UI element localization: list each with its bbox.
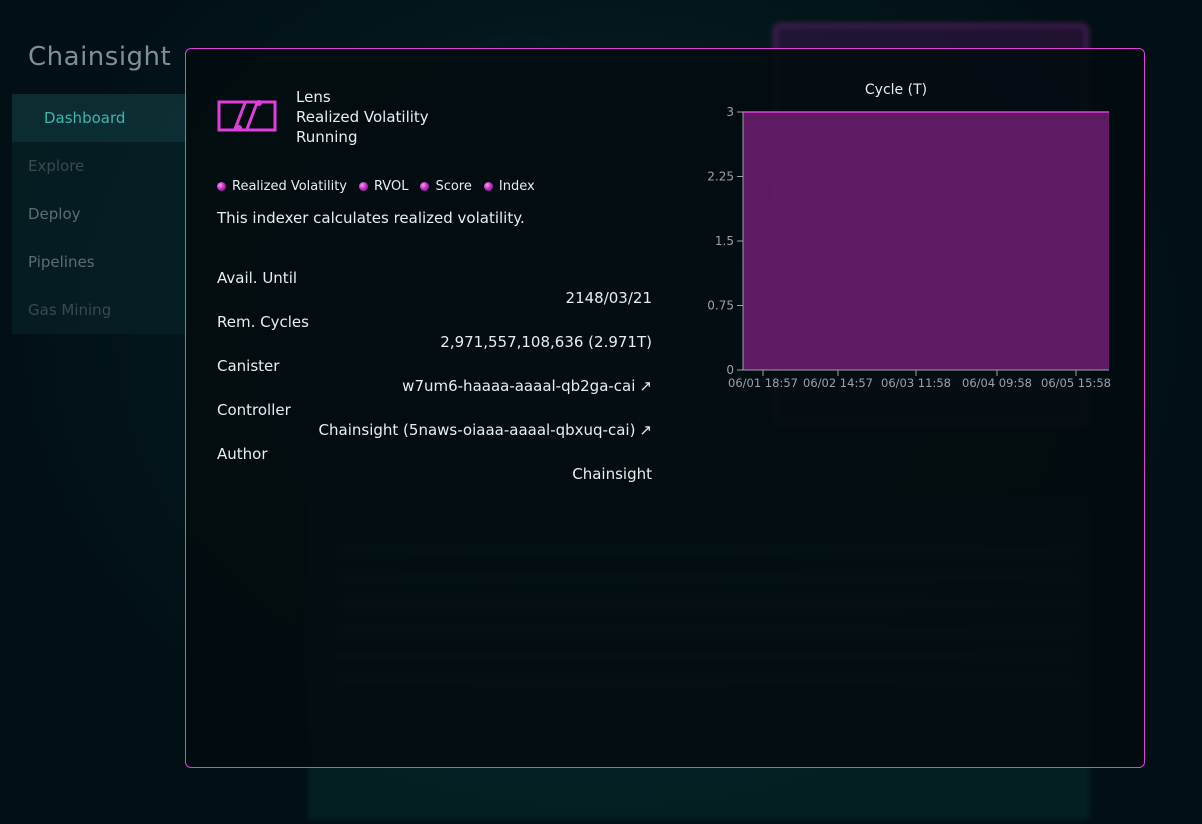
tag-label: Realized Volatility [232,179,347,194]
tag-label: Index [498,179,535,194]
component-header: Lens Realized Volatility Running [296,87,429,147]
chart-x-tick-label: 06/01 18:57 [728,376,798,390]
controller-id: Chainsight (5naws-oiaaa-aaaal-qbxuq-cai) [318,421,636,439]
sidebar-item-pipelines[interactable]: Pipelines [12,238,188,286]
component-type: Lens [296,88,331,106]
chart-title: Cycle (T) [865,82,927,98]
canister-id: w7um6-haaaa-aaaal-qb2ga-cai [402,377,636,395]
chart-y-tick-label: 0.75 [707,299,734,313]
tag-label: RVOL [373,179,409,194]
author-value: Chainsight [572,465,652,483]
chart-y-tick-label: 1.5 [715,234,734,248]
tag-item[interactable]: Realized Volatility [217,179,347,194]
canister-link[interactable]: w7um6-haaaa-aaaal-qb2ga-cai ↗ [402,377,652,395]
lens-icon [217,100,277,132]
canister-label: Canister [217,357,280,375]
tag-list: Realized Volatility RVOL Score Index [217,179,535,194]
chart-area-fill [743,112,1109,370]
sidebar-nav: Dashboard Explore Deploy Pipelines Gas M… [12,94,188,334]
chart-x-tick-label: 06/05 15:58 [1041,376,1111,390]
author-label: Author [217,445,268,463]
component-detail-modal: Lens Realized Volatility Running Realize… [185,48,1145,768]
component-name: Realized Volatility [296,108,429,126]
sidebar-item-gas-mining[interactable]: Gas Mining [12,286,188,334]
tag-item[interactable]: Index [483,179,535,194]
tag-dot-icon [420,182,430,191]
controller-label: Controller [217,401,291,419]
rem-cycles-label: Rem. Cycles [217,313,309,331]
avail-until-value: 2148/03/21 [565,289,652,307]
tag-dot-icon [358,182,368,191]
sidebar-item-deploy[interactable]: Deploy [12,190,188,238]
controller-link[interactable]: Chainsight (5naws-oiaaa-aaaal-qbxuq-cai)… [319,421,652,439]
external-link-icon: ↗ [639,377,652,395]
chart-y-tick-label: 2.25 [707,170,734,184]
tag-dot-icon [483,182,493,191]
chart-x-tick-label: 06/03 11:58 [881,376,951,390]
component-description: This indexer calculates realized volatil… [217,209,525,227]
sidebar-item-dashboard[interactable]: Dashboard [12,94,188,142]
chart-y-tick-label: 0 [726,363,734,377]
component-status: Running [296,128,358,146]
tag-dot-icon [217,182,226,191]
chart-x-tick-label: 06/02 14:57 [803,376,873,390]
chart-x-tick-label: 06/04 09:58 [962,376,1032,390]
sidebar-item-explore[interactable]: Explore [12,142,188,190]
brand-logo-text[interactable]: Chainsight [28,42,171,72]
tag-item[interactable]: Score [420,179,472,194]
avail-until-label: Avail. Until [217,269,298,287]
tag-item[interactable]: RVOL [358,179,409,194]
rem-cycles-value: 2,971,557,108,636 (2.971T) [440,333,652,351]
cycle-chart: Cycle (T) 0 0.75 1.5 2.25 3 06/01 18:57 06/02 … [707,82,1111,390]
chart-y-tick-label: 3 [726,105,734,119]
tag-label: Score [435,179,472,194]
external-link-icon: ↗ [639,421,652,439]
